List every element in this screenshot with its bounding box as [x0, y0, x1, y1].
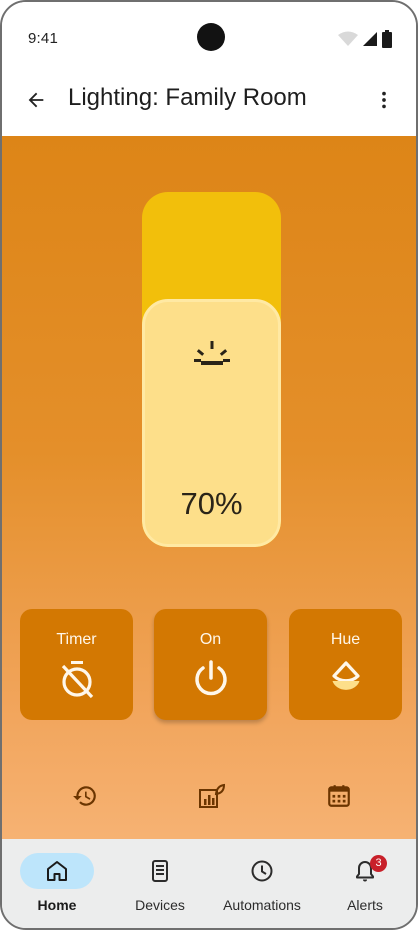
alerts-badge: 3 [370, 855, 387, 872]
page-title: Lighting: Family Room [68, 84, 307, 111]
devices-icon [152, 860, 168, 882]
arrow-back-icon [28, 92, 44, 108]
brightness-value: 70% [180, 486, 243, 521]
status-icons [338, 30, 392, 48]
schedule-button[interactable] [325, 782, 353, 810]
home-icon [47, 861, 67, 881]
nav-label-alerts: Alerts [347, 897, 383, 913]
power-button[interactable]: On [154, 609, 267, 720]
clock-icon [251, 860, 273, 882]
nav-item-home[interactable]: Home [7, 851, 107, 921]
energy-button[interactable] [197, 782, 225, 810]
status-time: 9:41 [28, 30, 58, 47]
nav-item-automations[interactable]: Automations [212, 851, 312, 921]
brightness-slider-fill[interactable]: 70% [142, 298, 281, 547]
app-bar: Lighting: Family Room [2, 72, 416, 136]
camera-cutout [197, 23, 225, 51]
energy-icon [199, 783, 225, 808]
signal-icon [363, 32, 377, 46]
more-options-button[interactable] [366, 82, 402, 118]
device-frame: 9:41 Lighting: Family Room 70% Timer On … [0, 0, 418, 930]
nav-item-alerts[interactable]: 3 Alerts [315, 851, 415, 921]
lighting-panel: 70% Timer On Hue [2, 136, 416, 839]
power-label: On [199, 631, 222, 648]
history-button[interactable] [71, 782, 99, 810]
hue-drop-icon [331, 661, 360, 690]
nav-item-devices[interactable]: Devices [110, 851, 210, 921]
nav-label-automations: Automations [223, 897, 301, 913]
power-icon [194, 660, 227, 696]
wifi-icon [338, 31, 358, 46]
more-vert-icon [382, 91, 386, 109]
back-button[interactable] [18, 82, 54, 118]
brightness-slider[interactable]: 70% [142, 192, 281, 547]
timer-button[interactable]: Timer [20, 609, 133, 720]
timer-off-icon [61, 661, 93, 699]
hue-button[interactable]: Hue [289, 609, 402, 720]
nav-label-devices: Devices [135, 897, 185, 913]
battery-icon [382, 30, 392, 48]
hue-label: Hue [330, 631, 361, 648]
light-bulb-icon [193, 340, 230, 365]
timer-label: Timer [56, 631, 97, 648]
calendar-icon [328, 785, 350, 807]
bottom-navigation: Home Devices Automations 3 Alerts [2, 839, 416, 928]
status-bar: 9:41 [2, 2, 416, 72]
history-icon [73, 786, 96, 806]
nav-label-home: Home [37, 897, 77, 913]
